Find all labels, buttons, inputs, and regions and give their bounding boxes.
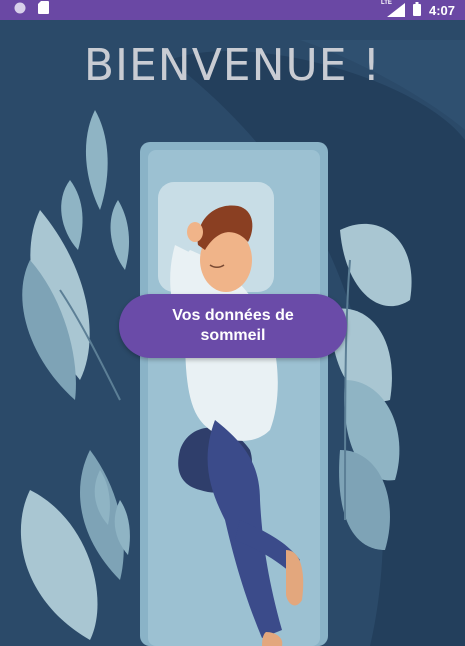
circle-app-icon <box>14 1 26 19</box>
network-type: LTE <box>380 0 392 6</box>
page-title: BIENVENUE ! <box>83 40 382 91</box>
sleep-data-button[interactable]: Vos données de sommeil <box>119 294 347 358</box>
clock: 4:07 <box>428 2 455 18</box>
lte-signal-icon: LTE <box>381 0 405 17</box>
status-bar: LTE 4:07 <box>0 0 465 20</box>
sd-card-icon <box>38 1 49 19</box>
battery-icon <box>412 1 421 19</box>
